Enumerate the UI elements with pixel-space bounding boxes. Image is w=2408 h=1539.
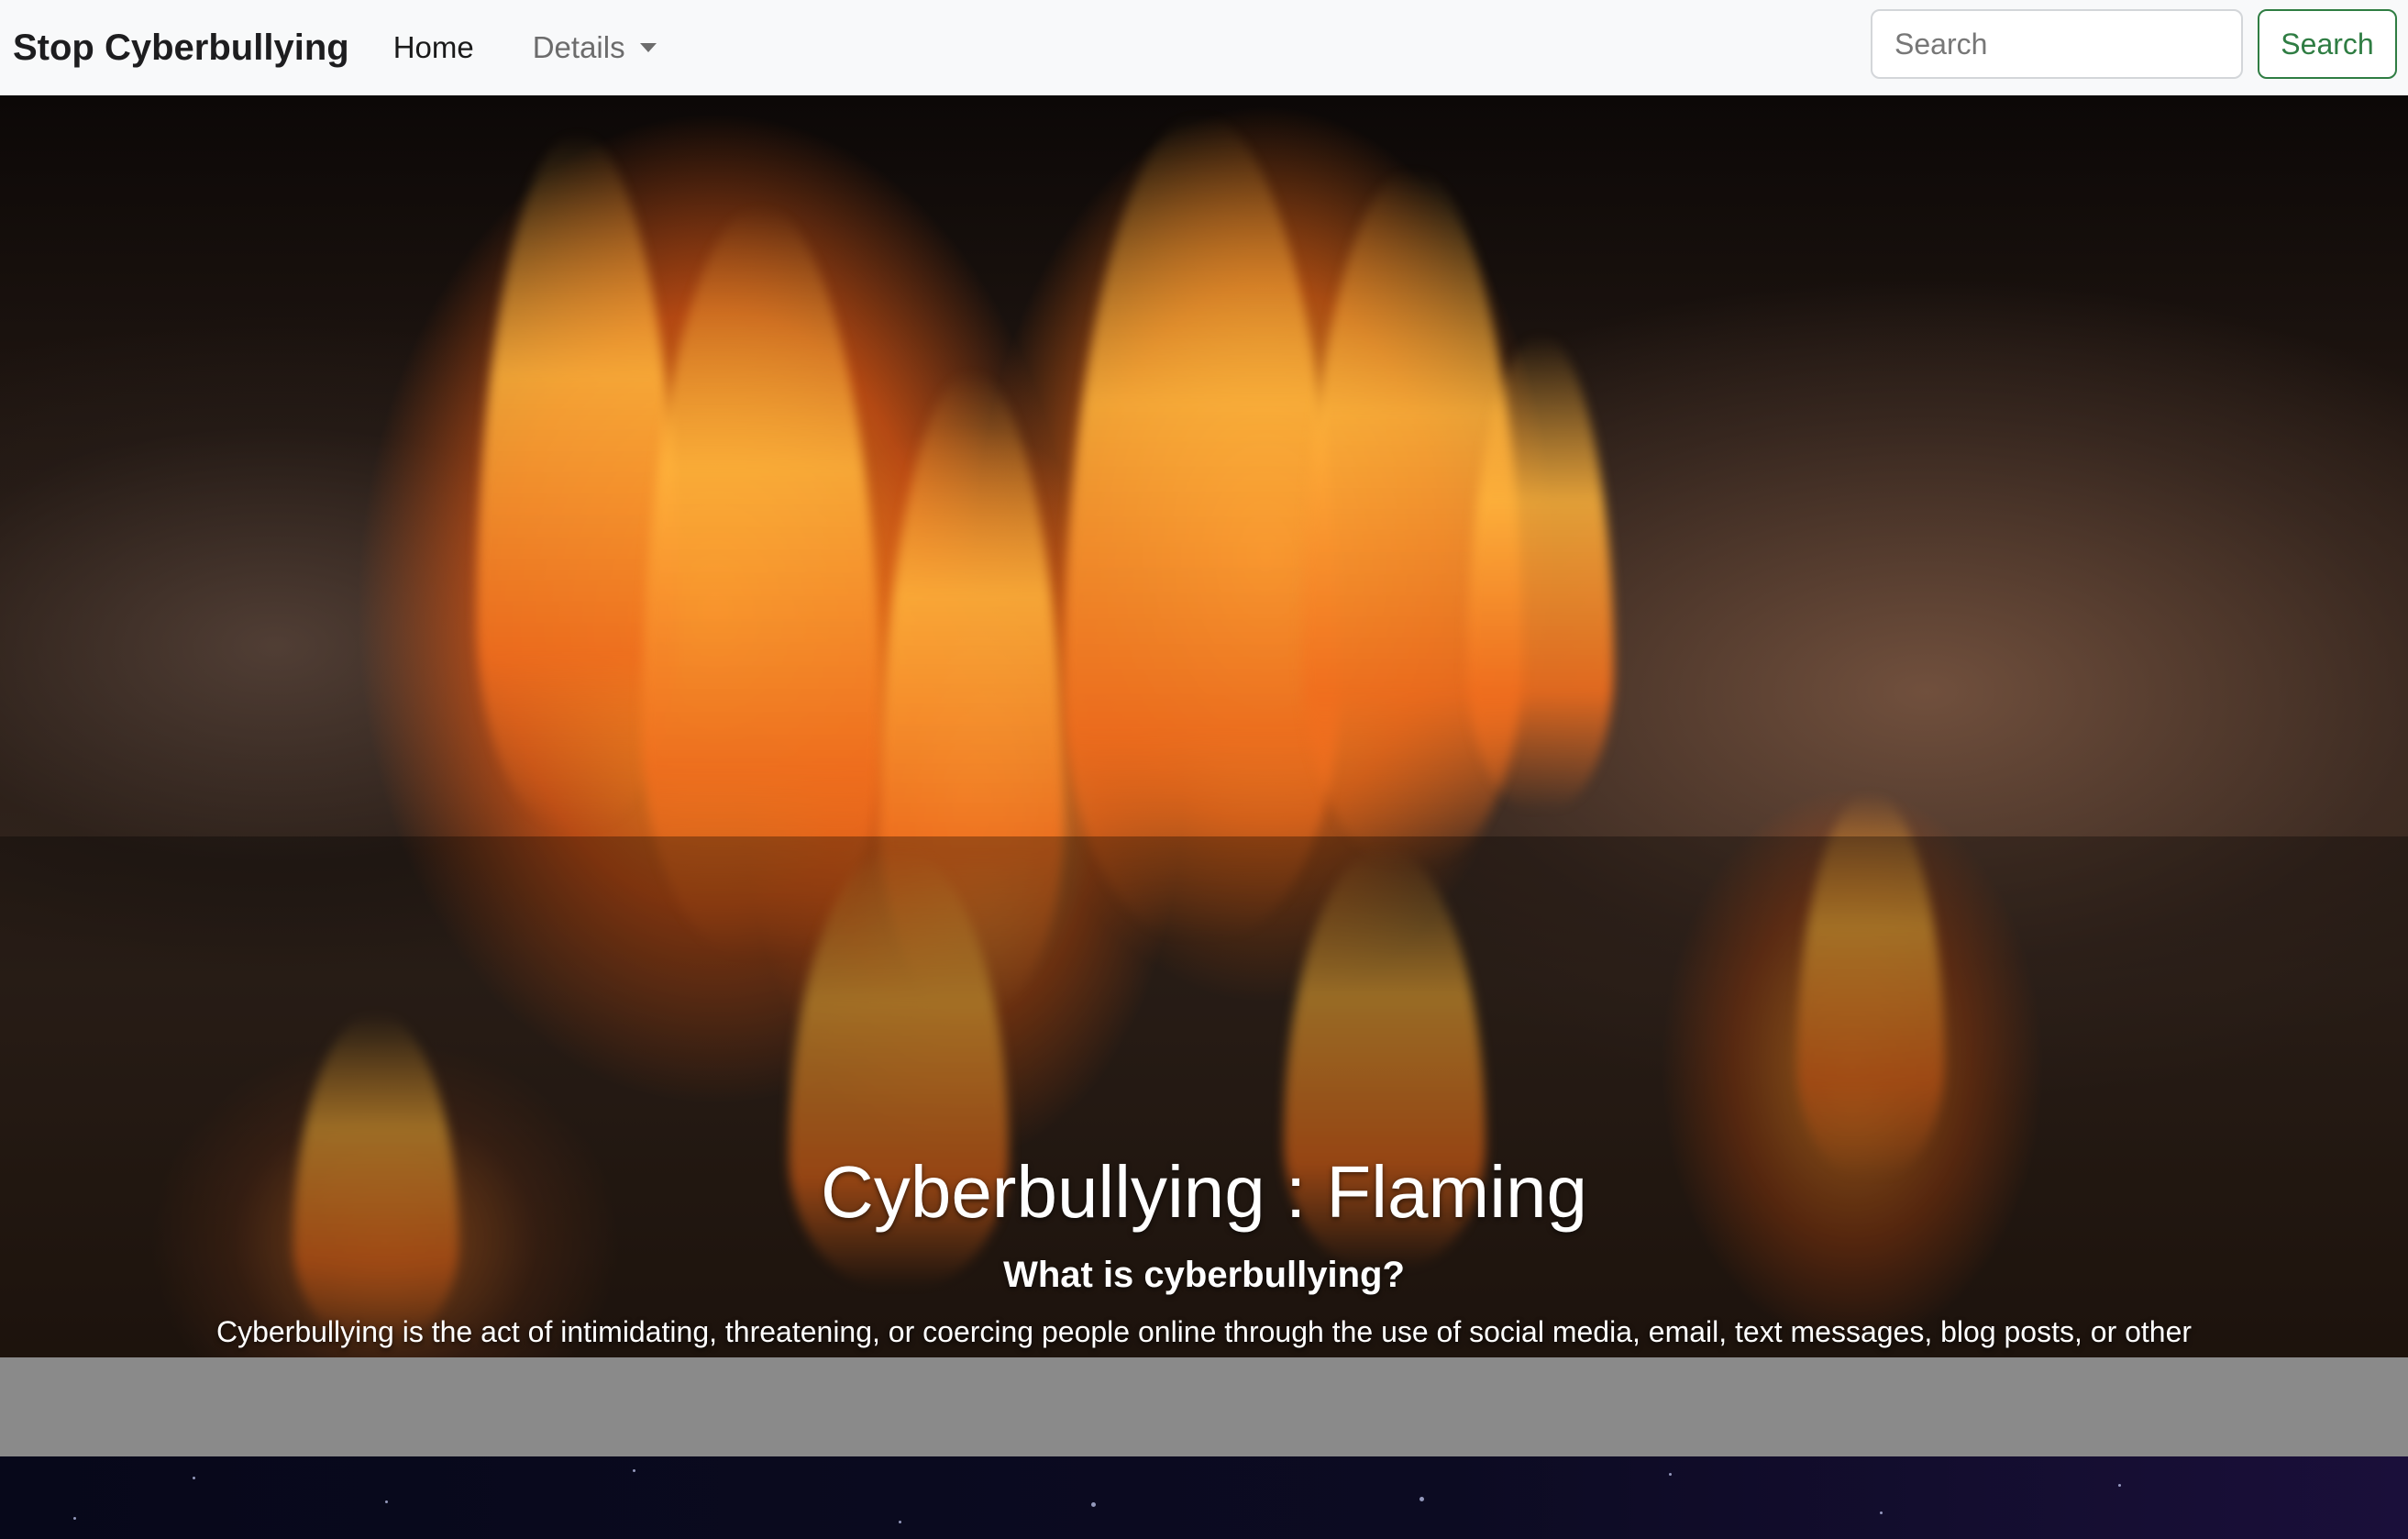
hero-caption: Cyberbullying : Flaming What is cyberbul… (0, 836, 2408, 1357)
starfield-background (0, 1456, 2408, 1539)
nav-dropdown-details-label: Details (532, 30, 625, 64)
search-form: Search (1871, 9, 2397, 79)
hero-title: Cyberbullying : Flaming (821, 1151, 1587, 1233)
hero-subtitle: What is cyberbullying? (1003, 1255, 1405, 1295)
nav-link-home[interactable]: Home (393, 30, 474, 65)
hero-banner: Cyberbullying : Flaming What is cyberbul… (0, 95, 2408, 1357)
gray-divider-band (0, 1357, 2408, 1456)
nav-dropdown-details[interactable]: Details (533, 30, 657, 65)
hero-description: Cyberbullying is the act of intimidating… (215, 1315, 2193, 1348)
navbar: Stop Cyberbullying Home Details Search (0, 0, 2408, 95)
caret-down-icon (639, 43, 657, 52)
search-input[interactable] (1871, 9, 2243, 79)
search-button[interactable]: Search (2258, 9, 2397, 79)
brand-logo-text[interactable]: Stop Cyberbullying (13, 28, 349, 69)
